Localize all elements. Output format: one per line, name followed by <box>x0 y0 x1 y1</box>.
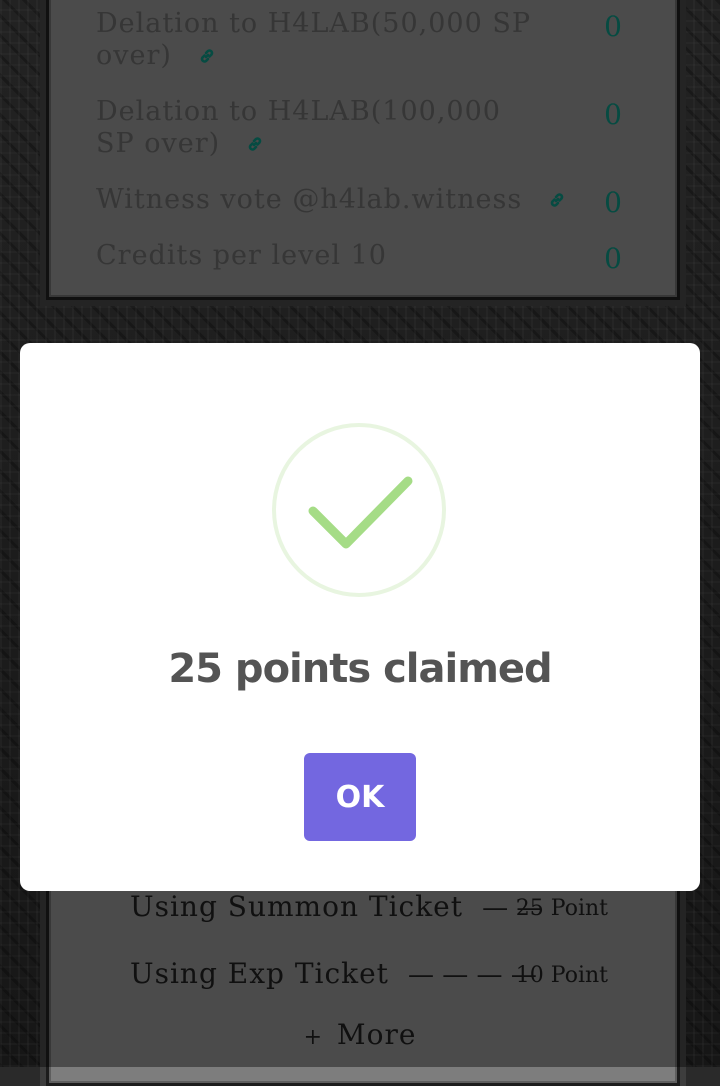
success-check-icon <box>272 423 446 597</box>
dialog-title: 25 points claimed <box>168 646 552 692</box>
success-dialog: 25 points claimed OK <box>20 343 700 891</box>
ok-button[interactable]: OK <box>304 753 416 841</box>
